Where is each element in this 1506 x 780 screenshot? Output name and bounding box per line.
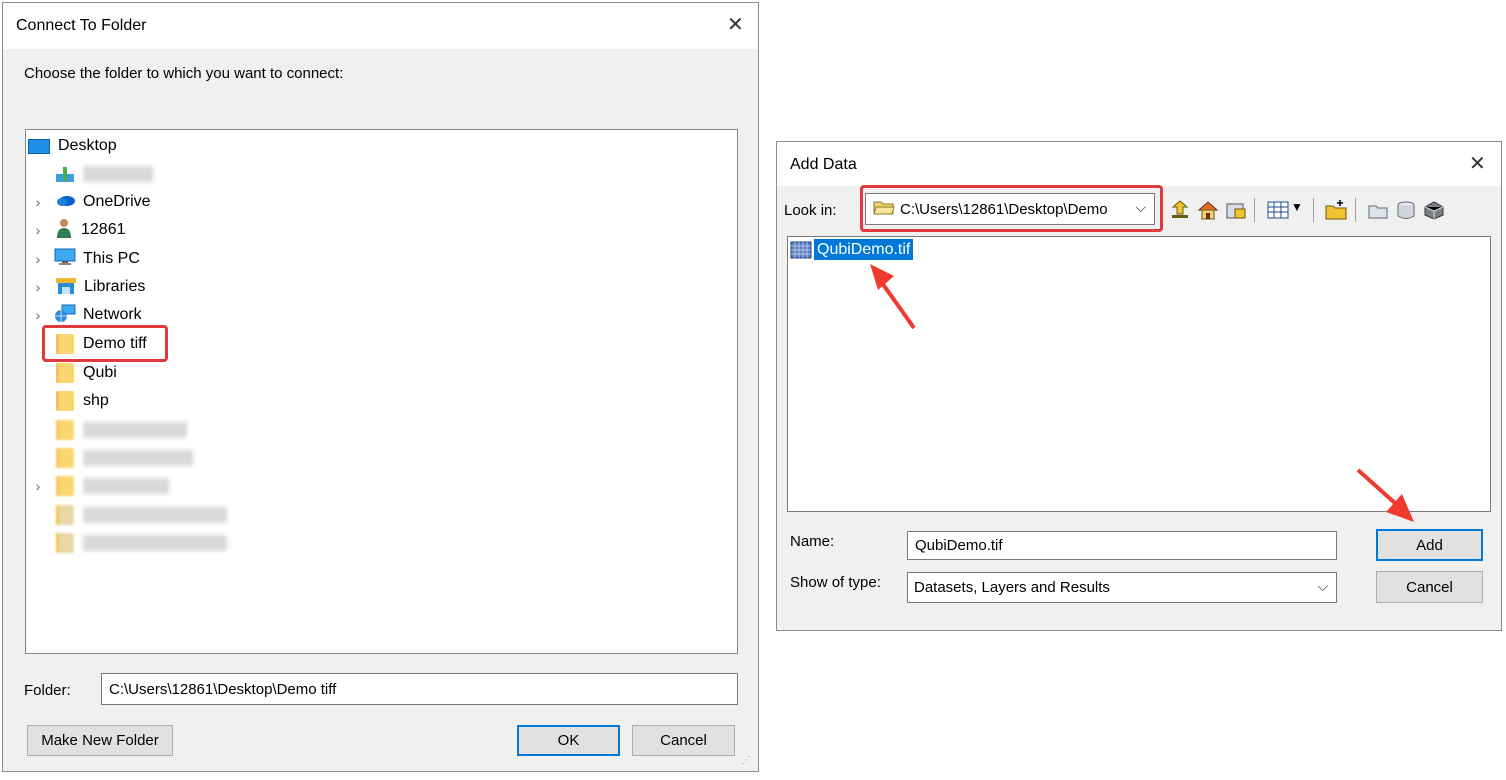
folder-path-input[interactable]: C:\Users\12861\Desktop\Demo tiff — [101, 673, 738, 705]
computer-icon — [54, 248, 76, 271]
make-new-folder-label: Make New Folder — [41, 732, 159, 749]
blurred-label — [83, 166, 153, 182]
folder-label: Folder: — [24, 682, 71, 699]
toolbar-separator — [1254, 198, 1255, 222]
folder-icon — [56, 533, 74, 553]
folder-icon — [56, 363, 74, 383]
dialog-title: Add Data — [790, 156, 857, 173]
new-folder-icon[interactable] — [1325, 199, 1347, 221]
view-list-icon[interactable] — [1267, 199, 1289, 221]
person-icon — [56, 218, 72, 243]
folder-tree[interactable]: Desktop › OneDrive › 12861 › This PC › L… — [25, 129, 738, 654]
tree-item-label: Libraries — [84, 278, 146, 295]
up-one-level-icon[interactable] — [1169, 199, 1191, 221]
type-value: Datasets, Layers and Results — [914, 579, 1110, 596]
raster-icon — [790, 241, 812, 259]
add-data-dialog: Add Data ✕ Look in: C:\Users\12861\Deskt… — [776, 141, 1502, 631]
tree-item-label: Desktop — [58, 137, 117, 154]
blurred-label — [83, 422, 187, 438]
resize-grip-icon[interactable]: ⋰ — [741, 755, 751, 766]
highlight-annotation — [860, 185, 1163, 232]
cancel-label: Cancel — [660, 732, 707, 749]
file-name: QubiDemo.tif — [814, 239, 914, 260]
tree-item-blurred[interactable] — [56, 445, 193, 471]
folder-icon — [56, 448, 74, 468]
cancel-button[interactable]: Cancel — [632, 725, 735, 756]
chevron-right-icon[interactable]: › — [32, 279, 44, 295]
network-icon — [54, 304, 76, 327]
ok-button[interactable]: OK — [517, 725, 620, 756]
tree-item-label: Qubi — [83, 364, 117, 381]
list-item[interactable]: QubiDemo.tif — [790, 239, 914, 260]
cancel-button[interactable]: Cancel — [1376, 571, 1483, 603]
tree-item-onedrive[interactable]: › OneDrive — [32, 189, 151, 215]
type-label: Show of type: — [790, 574, 881, 591]
annotation-arrow-icon — [870, 264, 916, 330]
tree-item-user-folder[interactable]: › 12861 — [32, 217, 126, 243]
tree-item-label: shp — [83, 392, 109, 409]
folder-icon — [56, 391, 74, 411]
name-label: Name: — [790, 533, 835, 550]
add-button[interactable]: Add — [1376, 529, 1483, 561]
toolbar-separator — [1355, 198, 1356, 222]
type-select[interactable]: Datasets, Layers and Results ⌵ — [907, 572, 1337, 603]
folder-icon — [56, 505, 74, 525]
view-dropdown-icon[interactable]: ▼ — [1291, 200, 1303, 214]
chevron-right-icon[interactable]: › — [32, 222, 44, 238]
connect-to-folder-dialog: Connect To Folder ✕ Choose the folder to… — [2, 2, 759, 772]
annotation-arrow-icon — [1356, 468, 1414, 522]
add-label: Add — [1416, 536, 1443, 554]
tree-item-label: 12861 — [81, 221, 126, 238]
tree-item-desktop[interactable]: Desktop — [28, 133, 117, 159]
ok-label: OK — [557, 732, 580, 749]
blurred-label — [83, 535, 227, 551]
desktop-icon — [28, 138, 50, 154]
tree-item-label: Network — [83, 306, 142, 323]
toolbox-icon[interactable] — [1423, 199, 1445, 221]
name-input[interactable]: QubiDemo.tif — [907, 531, 1337, 560]
database-icon[interactable] — [1395, 199, 1417, 221]
tree-item-blurred[interactable]: › — [32, 473, 169, 499]
title-bar: Add Data ✕ — [777, 142, 1501, 186]
tree-item-shp[interactable]: shp — [56, 388, 109, 414]
cloud-icon — [56, 193, 76, 212]
tree-item-label: This PC — [83, 250, 140, 267]
folder-path-value: C:\Users\12861\Desktop\Demo tiff — [109, 680, 337, 698]
tree-item-blurred[interactable] — [56, 530, 227, 556]
folder-icon — [56, 476, 74, 496]
toolbar-separator — [1313, 198, 1314, 222]
tree-item-blurred[interactable] — [56, 417, 187, 443]
close-icon[interactable]: ✕ — [727, 15, 744, 35]
close-icon[interactable]: ✕ — [1469, 154, 1486, 174]
tree-item-blurred[interactable] — [56, 502, 227, 528]
user-icon — [56, 166, 74, 182]
tree-item-blurred[interactable] — [56, 161, 153, 187]
prompt-text: Choose the folder to which you want to c… — [24, 65, 344, 82]
folder-icon — [56, 420, 74, 440]
library-icon — [56, 276, 76, 299]
chevron-right-icon[interactable]: › — [32, 251, 44, 267]
chevron-down-icon[interactable]: ⌵ — [1317, 578, 1328, 595]
home-icon[interactable] — [1197, 199, 1219, 221]
highlight-annotation — [42, 325, 168, 362]
title-bar: Connect To Folder ✕ — [3, 3, 758, 49]
chevron-right-icon[interactable]: › — [32, 478, 44, 494]
make-new-folder-button[interactable]: Make New Folder — [27, 725, 173, 756]
cancel-label: Cancel — [1406, 578, 1453, 596]
blurred-label — [83, 450, 193, 466]
connect-folder-icon[interactable] — [1225, 199, 1247, 221]
look-in-label: Look in: — [784, 202, 837, 219]
tree-item-libraries[interactable]: › Libraries — [32, 274, 145, 300]
tree-item-label: OneDrive — [83, 193, 151, 210]
chevron-right-icon[interactable]: › — [32, 307, 44, 323]
tree-item-this-pc[interactable]: › This PC — [32, 246, 140, 272]
dialog-title: Connect To Folder — [16, 17, 147, 34]
catalog-icon[interactable] — [1367, 199, 1389, 221]
blurred-label — [83, 478, 169, 494]
blurred-label — [83, 507, 227, 523]
tree-item-qubi[interactable]: Qubi — [56, 360, 117, 386]
chevron-right-icon[interactable]: › — [32, 194, 44, 210]
name-value: QubiDemo.tif — [915, 537, 1003, 554]
